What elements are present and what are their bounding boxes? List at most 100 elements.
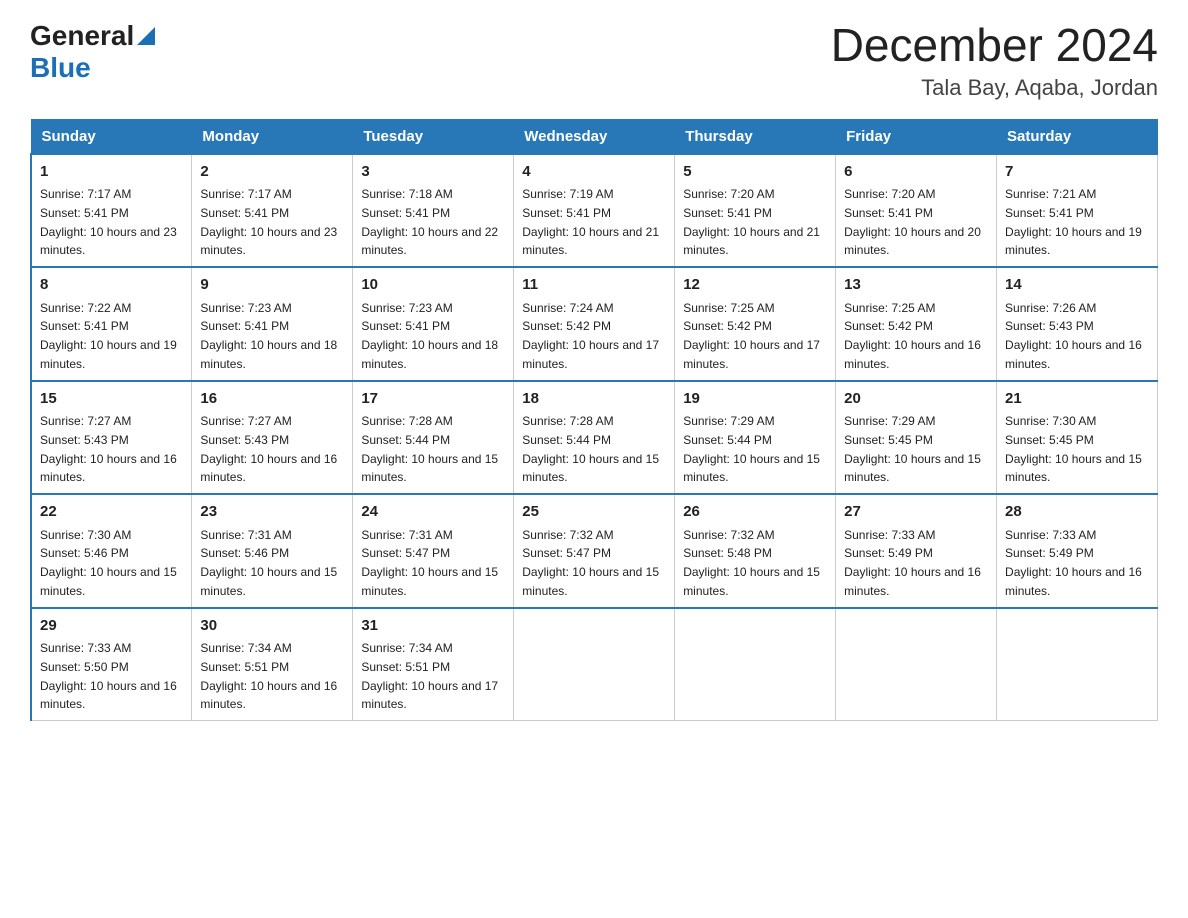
calendar-cell: 5 Sunrise: 7:20 AMSunset: 5:41 PMDaylight… (675, 154, 836, 268)
day-number: 20 (844, 388, 988, 411)
weekday-header-thursday: Thursday (675, 119, 836, 154)
calendar-cell (836, 608, 997, 721)
day-info: Sunrise: 7:29 AMSunset: 5:44 PMDaylight:… (683, 414, 820, 484)
day-number: 2 (200, 161, 344, 184)
day-info: Sunrise: 7:32 AMSunset: 5:47 PMDaylight:… (522, 528, 659, 598)
calendar-cell: 20 Sunrise: 7:29 AMSunset: 5:45 PMDayligh… (836, 381, 997, 495)
calendar-cell: 6 Sunrise: 7:20 AMSunset: 5:41 PMDaylight… (836, 154, 997, 268)
weekday-header-friday: Friday (836, 119, 997, 154)
day-info: Sunrise: 7:23 AMSunset: 5:41 PMDaylight:… (200, 301, 337, 371)
day-info: Sunrise: 7:32 AMSunset: 5:48 PMDaylight:… (683, 528, 820, 598)
day-info: Sunrise: 7:33 AMSunset: 5:49 PMDaylight:… (844, 528, 981, 598)
calendar-cell: 7 Sunrise: 7:21 AMSunset: 5:41 PMDaylight… (997, 154, 1158, 268)
logo: General Blue (30, 20, 155, 84)
day-number: 18 (522, 388, 666, 411)
day-info: Sunrise: 7:34 AMSunset: 5:51 PMDaylight:… (361, 641, 498, 711)
day-info: Sunrise: 7:17 AMSunset: 5:41 PMDaylight:… (200, 187, 337, 257)
calendar-cell: 29 Sunrise: 7:33 AMSunset: 5:50 PMDayligh… (31, 608, 192, 721)
weekday-header-monday: Monday (192, 119, 353, 154)
day-number: 24 (361, 501, 505, 524)
calendar-cell: 14 Sunrise: 7:26 AMSunset: 5:43 PMDayligh… (997, 267, 1158, 381)
day-info: Sunrise: 7:23 AMSunset: 5:41 PMDaylight:… (361, 301, 498, 371)
day-info: Sunrise: 7:31 AMSunset: 5:46 PMDaylight:… (200, 528, 337, 598)
calendar-cell: 18Sunrise: 7:28 AMSunset: 5:44 PMDayligh… (514, 381, 675, 495)
calendar-cell: 12 Sunrise: 7:25 AMSunset: 5:42 PMDayligh… (675, 267, 836, 381)
day-number: 19 (683, 388, 827, 411)
weekday-header-saturday: Saturday (997, 119, 1158, 154)
logo-blue: Blue (30, 52, 91, 83)
day-info: Sunrise: 7:20 AMSunset: 5:41 PMDaylight:… (683, 187, 820, 257)
calendar-cell: 26 Sunrise: 7:32 AMSunset: 5:48 PMDayligh… (675, 494, 836, 608)
calendar-cell (514, 608, 675, 721)
day-info: Sunrise: 7:34 AMSunset: 5:51 PMDaylight:… (200, 641, 337, 711)
day-number: 25 (522, 501, 666, 524)
calendar-cell: 31 Sunrise: 7:34 AMSunset: 5:51 PMDayligh… (353, 608, 514, 721)
calendar-cell: 19 Sunrise: 7:29 AMSunset: 5:44 PMDayligh… (675, 381, 836, 495)
day-info: Sunrise: 7:33 AMSunset: 5:50 PMDaylight:… (40, 641, 177, 711)
calendar-cell: 13Sunrise: 7:25 AMSunset: 5:42 PMDayligh… (836, 267, 997, 381)
day-number: 22 (40, 501, 183, 524)
day-info: Sunrise: 7:24 AMSunset: 5:42 PMDaylight:… (522, 301, 659, 371)
day-number: 10 (361, 274, 505, 297)
day-number: 31 (361, 615, 505, 638)
calendar-cell (675, 608, 836, 721)
day-number: 5 (683, 161, 827, 184)
day-info: Sunrise: 7:29 AMSunset: 5:45 PMDaylight:… (844, 414, 981, 484)
logo-general: General (30, 20, 134, 52)
day-info: Sunrise: 7:20 AMSunset: 5:41 PMDaylight:… (844, 187, 981, 257)
week-row-5: 29 Sunrise: 7:33 AMSunset: 5:50 PMDayligh… (31, 608, 1158, 721)
calendar-cell: 16 Sunrise: 7:27 AMSunset: 5:43 PMDayligh… (192, 381, 353, 495)
calendar-cell: 10 Sunrise: 7:23 AMSunset: 5:41 PMDayligh… (353, 267, 514, 381)
calendar-cell: 24Sunrise: 7:31 AMSunset: 5:47 PMDayligh… (353, 494, 514, 608)
week-row-2: 8 Sunrise: 7:22 AMSunset: 5:41 PMDaylight… (31, 267, 1158, 381)
day-number: 29 (40, 615, 183, 638)
calendar-cell: 17Sunrise: 7:28 AMSunset: 5:44 PMDayligh… (353, 381, 514, 495)
day-info: Sunrise: 7:22 AMSunset: 5:41 PMDaylight:… (40, 301, 177, 371)
day-info: Sunrise: 7:26 AMSunset: 5:43 PMDaylight:… (1005, 301, 1142, 371)
calendar-cell: 23Sunrise: 7:31 AMSunset: 5:46 PMDayligh… (192, 494, 353, 608)
day-info: Sunrise: 7:27 AMSunset: 5:43 PMDaylight:… (40, 414, 177, 484)
day-info: Sunrise: 7:28 AMSunset: 5:44 PMDaylight:… (361, 414, 498, 484)
day-number: 8 (40, 274, 183, 297)
day-number: 26 (683, 501, 827, 524)
day-number: 27 (844, 501, 988, 524)
month-title: December 2024 (831, 20, 1158, 71)
day-number: 28 (1005, 501, 1149, 524)
day-number: 3 (361, 161, 505, 184)
calendar-cell: 1Sunrise: 7:17 AMSunset: 5:41 PMDaylight… (31, 154, 192, 268)
day-info: Sunrise: 7:25 AMSunset: 5:42 PMDaylight:… (683, 301, 820, 371)
day-info: Sunrise: 7:17 AMSunset: 5:41 PMDaylight:… (40, 187, 177, 257)
day-number: 6 (844, 161, 988, 184)
calendar-cell: 3Sunrise: 7:18 AMSunset: 5:41 PMDaylight… (353, 154, 514, 268)
location-title: Tala Bay, Aqaba, Jordan (831, 75, 1158, 101)
day-number: 12 (683, 274, 827, 297)
weekday-header-sunday: Sunday (31, 119, 192, 154)
day-number: 9 (200, 274, 344, 297)
calendar-cell: 15 Sunrise: 7:27 AMSunset: 5:43 PMDayligh… (31, 381, 192, 495)
header: General Blue December 2024 Tala Bay, Aqa… (30, 20, 1158, 101)
day-number: 15 (40, 388, 183, 411)
calendar-table: SundayMondayTuesdayWednesdayThursdayFrid… (30, 119, 1158, 722)
day-number: 7 (1005, 161, 1149, 184)
day-number: 16 (200, 388, 344, 411)
weekday-header-tuesday: Tuesday (353, 119, 514, 154)
weekday-header-row: SundayMondayTuesdayWednesdayThursdayFrid… (31, 119, 1158, 154)
calendar-cell: 22 Sunrise: 7:30 AMSunset: 5:46 PMDayligh… (31, 494, 192, 608)
calendar-cell: 25 Sunrise: 7:32 AMSunset: 5:47 PMDayligh… (514, 494, 675, 608)
calendar-cell: 4 Sunrise: 7:19 AMSunset: 5:41 PMDaylight… (514, 154, 675, 268)
day-info: Sunrise: 7:27 AMSunset: 5:43 PMDaylight:… (200, 414, 337, 484)
day-info: Sunrise: 7:30 AMSunset: 5:46 PMDaylight:… (40, 528, 177, 598)
day-number: 11 (522, 274, 666, 297)
calendar-cell: 30 Sunrise: 7:34 AMSunset: 5:51 PMDayligh… (192, 608, 353, 721)
day-number: 14 (1005, 274, 1149, 297)
day-number: 4 (522, 161, 666, 184)
day-info: Sunrise: 7:21 AMSunset: 5:41 PMDaylight:… (1005, 187, 1142, 257)
calendar-cell: 8 Sunrise: 7:22 AMSunset: 5:41 PMDaylight… (31, 267, 192, 381)
day-number: 30 (200, 615, 344, 638)
calendar-cell: 2 Sunrise: 7:17 AMSunset: 5:41 PMDaylight… (192, 154, 353, 268)
day-info: Sunrise: 7:19 AMSunset: 5:41 PMDaylight:… (522, 187, 659, 257)
day-info: Sunrise: 7:25 AMSunset: 5:42 PMDaylight:… (844, 301, 981, 371)
calendar-cell: 28Sunrise: 7:33 AMSunset: 5:49 PMDayligh… (997, 494, 1158, 608)
day-number: 21 (1005, 388, 1149, 411)
calendar-cell: 21Sunrise: 7:30 AMSunset: 5:45 PMDayligh… (997, 381, 1158, 495)
